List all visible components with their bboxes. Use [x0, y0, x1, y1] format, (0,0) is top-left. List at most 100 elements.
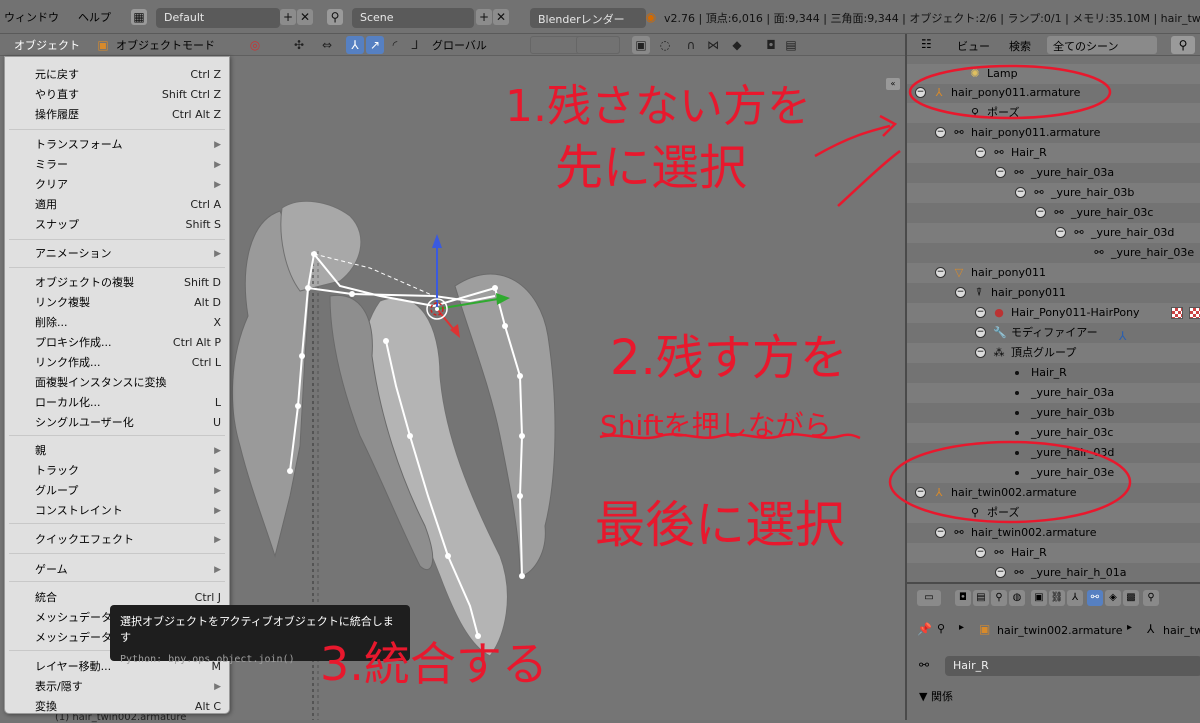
outliner-row[interactable]: − ⚯ hair_pony011.armature [907, 123, 1200, 143]
outliner-row[interactable]: ✺ Lamp [907, 64, 1200, 84]
outliner-row[interactable]: − ⅄ hair_twin002.armature [907, 483, 1200, 503]
expand-toggle-icon[interactable]: − [975, 347, 986, 358]
outliner-row[interactable]: − ⚯ Hair_R [907, 143, 1200, 163]
expand-toggle-icon[interactable]: − [935, 267, 946, 278]
menu-item[interactable]: トラック ▶ [5, 461, 229, 481]
scene-name-field[interactable]: Scene [352, 8, 474, 28]
delete-scene-button[interactable]: ✕ [493, 9, 509, 25]
relations-panel-toggle[interactable]: ▼ 関係 [919, 688, 953, 704]
render-engine-select[interactable]: Blenderレンダー [530, 8, 646, 28]
texture-slot-icon[interactable] [1171, 307, 1183, 319]
viewport-shading-icon[interactable]: ◎ [246, 36, 264, 54]
outliner-row[interactable]: Hair_R [907, 363, 1200, 383]
expand-toggle-icon[interactable]: − [975, 307, 986, 318]
object-tab-icon[interactable]: ▣ [1031, 590, 1047, 606]
rotate-manipulator-icon[interactable]: ◜ [386, 36, 404, 54]
display-mode-select[interactable]: 全てのシーン [1047, 36, 1157, 54]
outliner-row[interactable]: _yure_hair_03b [907, 403, 1200, 423]
translate-manipulator-icon[interactable]: ⅄ [346, 36, 364, 54]
proportional-edit-icon[interactable]: ◌ [656, 36, 674, 54]
menu-item[interactable]: アニメーション ▶ [5, 244, 229, 264]
outliner-row[interactable]: − ⅄ hair_pony011.armature [907, 83, 1200, 103]
arrow-manipulator-icon[interactable]: ↗ [366, 36, 384, 54]
menu-item[interactable]: ゲーム ▶ [5, 560, 229, 580]
toolshelf-toggle-icon[interactable]: « [886, 78, 900, 90]
manipulator-toggle-icon[interactable]: ⇔ [318, 36, 336, 54]
menu-item[interactable]: オブジェクトの複製 Shift D [5, 273, 229, 293]
pivot-point-icon[interactable]: ✣ [290, 36, 308, 54]
outliner-row[interactable]: − ⁂ 頂点グループ [907, 343, 1200, 363]
outliner-row[interactable]: − ⚯ _yure_hair_03d [907, 223, 1200, 243]
add-layout-button[interactable]: + [280, 9, 296, 25]
mode-select[interactable]: オブジェクトモード [116, 37, 215, 53]
outliner-row[interactable]: − ⚯ Hair_R [907, 543, 1200, 563]
outliner-row[interactable]: − ⚯ _yure_hair_03a [907, 163, 1200, 183]
render-tab-icon[interactable]: ◘ [955, 590, 971, 606]
expand-toggle-icon[interactable]: − [975, 327, 986, 338]
search-icon[interactable]: ⚲ [1171, 36, 1195, 54]
layout-name-field[interactable]: Default [156, 8, 280, 28]
expand-toggle-icon[interactable]: − [915, 487, 926, 498]
expand-toggle-icon[interactable]: − [975, 147, 986, 158]
menu-item[interactable]: リンク複製 Alt D [5, 293, 229, 313]
outliner-row[interactable]: _yure_hair_03a [907, 383, 1200, 403]
add-scene-button[interactable]: + [476, 9, 492, 25]
bone-constraints-tab-icon[interactable]: ◈ [1105, 590, 1121, 606]
menu-item[interactable]: 削除... X [5, 313, 229, 333]
menu-item[interactable]: 変換 Alt C [5, 697, 229, 717]
pin-icon[interactable]: 📌 [917, 622, 932, 636]
outliner-row[interactable]: − ⍒ hair_pony011 [907, 283, 1200, 303]
view-menu[interactable]: ビュー [957, 38, 990, 54]
expand-toggle-icon[interactable]: − [1015, 187, 1026, 198]
bone-name-field[interactable]: Hair_R [945, 656, 1200, 676]
menu-item[interactable]: リンク作成... Ctrl L [5, 353, 229, 373]
menu-item[interactable]: クリア ▶ [5, 175, 229, 195]
expand-toggle-icon[interactable]: − [1035, 207, 1046, 218]
outliner-row[interactable]: − ⚯ _yure_hair_h_01a [907, 563, 1200, 582]
layers-tab-icon[interactable]: ▤ [973, 590, 989, 606]
window-menu[interactable]: ウィンドウ [4, 9, 59, 25]
outliner-row[interactable]: − ● Hair_Pony011-HairPony [907, 303, 1200, 323]
texture-slot-icon[interactable] [1189, 307, 1200, 319]
render-animation-icon[interactable]: ▤ [782, 36, 800, 54]
menu-item[interactable]: やり直す Shift Ctrl Z [5, 85, 229, 105]
editor-type-icon[interactable]: ☷ [921, 37, 932, 51]
menu-item[interactable]: 親 ▶ [5, 441, 229, 461]
editor-type-icon[interactable]: ▭ [917, 590, 941, 606]
menu-item[interactable]: ローカル化... L [5, 393, 229, 413]
scene-icon[interactable]: ⚲ [327, 9, 343, 25]
expand-toggle-icon[interactable]: − [955, 287, 966, 298]
menu-item[interactable]: 表示/隠す ▶ [5, 677, 229, 697]
menu-item[interactable]: 元に戻す Ctrl Z [5, 65, 229, 85]
expand-toggle-icon[interactable]: − [935, 527, 946, 538]
outliner-row[interactable]: − 🔧 モディファイアー ⅄ [907, 323, 1200, 343]
expand-toggle-icon[interactable]: − [1055, 227, 1066, 238]
menu-item[interactable]: ミラー ▶ [5, 155, 229, 175]
snap-element-icon[interactable]: ⋈ [704, 36, 722, 54]
constraints-tab-icon[interactable]: ⛓ [1049, 590, 1065, 606]
outliner-row[interactable]: − ⚯ _yure_hair_03b [907, 183, 1200, 203]
expand-toggle-icon[interactable]: − [995, 567, 1006, 578]
menu-item[interactable]: クイックエフェクト ▶ [5, 530, 229, 550]
object-menu-button[interactable]: オブジェクト [14, 37, 80, 53]
expand-toggle-icon[interactable]: − [975, 547, 986, 558]
world-tab-icon[interactable]: ◍ [1009, 590, 1025, 606]
outliner-row[interactable]: _yure_hair_03d [907, 443, 1200, 463]
render-camera-icon[interactable]: ◘ [762, 36, 780, 54]
outliner-row[interactable]: ⚲ ポーズ [907, 503, 1200, 523]
bone-tab-icon[interactable]: ⚯ [1087, 590, 1103, 606]
scene-tab-icon[interactable]: ⚲ [991, 590, 1007, 606]
snap-icon[interactable]: ∩ [682, 36, 700, 54]
menu-item[interactable]: 操作履歴 Ctrl Alt Z [5, 105, 229, 125]
screen-layout-icon[interactable]: ▦ [131, 9, 147, 25]
modifiers-tab-icon[interactable]: ⅄ [1067, 590, 1083, 606]
outliner-row[interactable]: _yure_hair_03e [907, 463, 1200, 483]
menu-item[interactable]: スナップ Shift S [5, 215, 229, 235]
menu-item[interactable]: 適用 Ctrl A [5, 195, 229, 215]
menu-item[interactable]: プロキシ作成... Ctrl Alt P [5, 333, 229, 353]
menu-item[interactable]: シングルユーザー化 U [5, 413, 229, 433]
menu-item[interactable]: コンストレイント ▶ [5, 501, 229, 521]
outliner-row[interactable]: − ▽ hair_pony011 [907, 263, 1200, 283]
texture-tab-icon[interactable]: ▩ [1123, 590, 1139, 606]
expand-toggle-icon[interactable]: − [915, 87, 926, 98]
